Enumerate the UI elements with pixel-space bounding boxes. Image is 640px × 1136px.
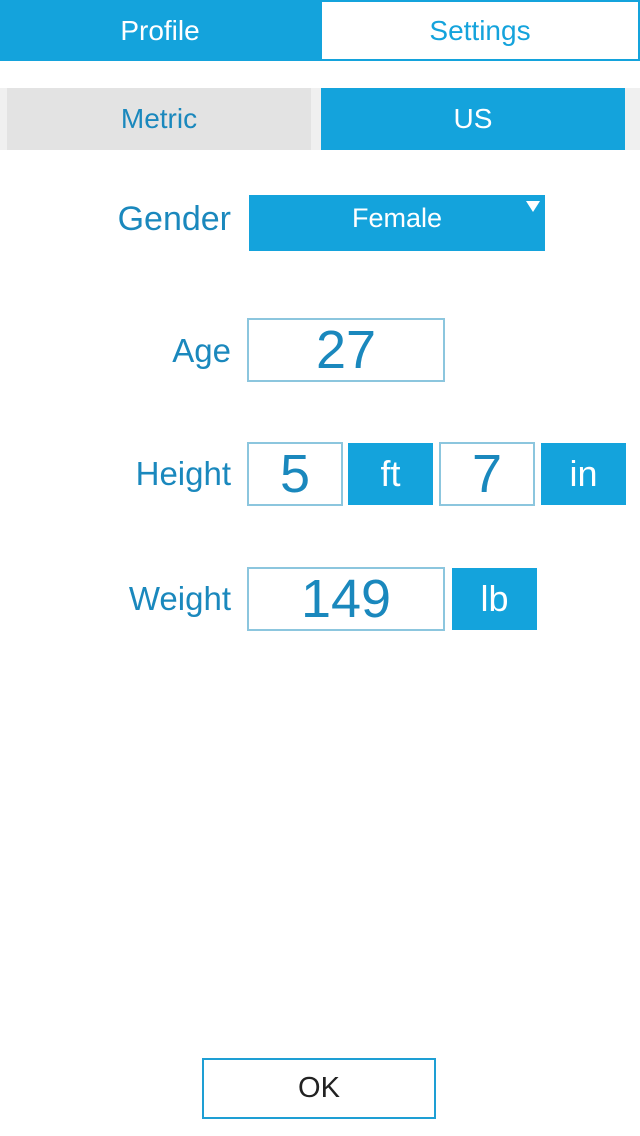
inches-unit-label: in	[569, 453, 598, 494]
tab-profile[interactable]: Profile	[0, 0, 320, 61]
feet-unit-button[interactable]: ft	[348, 443, 433, 505]
tab-settings[interactable]: Settings	[320, 0, 640, 61]
dropdown-caret-icon	[526, 201, 540, 212]
height-inches-input[interactable]: 7	[439, 442, 535, 506]
tab-profile-label: Profile	[120, 14, 200, 46]
segment-metric[interactable]: Metric	[7, 88, 311, 150]
height-label: Height	[135, 455, 231, 492]
gender-label: Gender	[117, 200, 231, 238]
gender-select[interactable]: Female	[249, 195, 545, 251]
inches-unit-button[interactable]: in	[541, 443, 626, 505]
segment-metric-label: Metric	[120, 103, 198, 134]
height-inches-value: 7	[471, 444, 503, 504]
age-label: Age	[172, 332, 231, 369]
age-input[interactable]: 27	[247, 318, 445, 382]
height-feet-value: 5	[279, 444, 311, 504]
weight-label: Weight	[128, 580, 231, 617]
segment-us-label: US	[453, 103, 493, 134]
gender-value: Female	[351, 203, 443, 233]
weight-unit-button[interactable]: lb	[452, 568, 537, 630]
segment-us[interactable]: US	[321, 88, 625, 150]
height-feet-input[interactable]: 5	[247, 442, 343, 506]
age-value: 27	[315, 320, 377, 380]
tab-settings-label: Settings	[429, 14, 531, 46]
ok-button-label: OK	[298, 1072, 340, 1104]
ok-button[interactable]: OK	[202, 1058, 436, 1119]
weight-value: 149	[300, 569, 392, 629]
weight-input[interactable]: 149	[247, 567, 445, 631]
weight-unit-label: lb	[480, 578, 509, 619]
feet-unit-label: ft	[380, 453, 401, 494]
